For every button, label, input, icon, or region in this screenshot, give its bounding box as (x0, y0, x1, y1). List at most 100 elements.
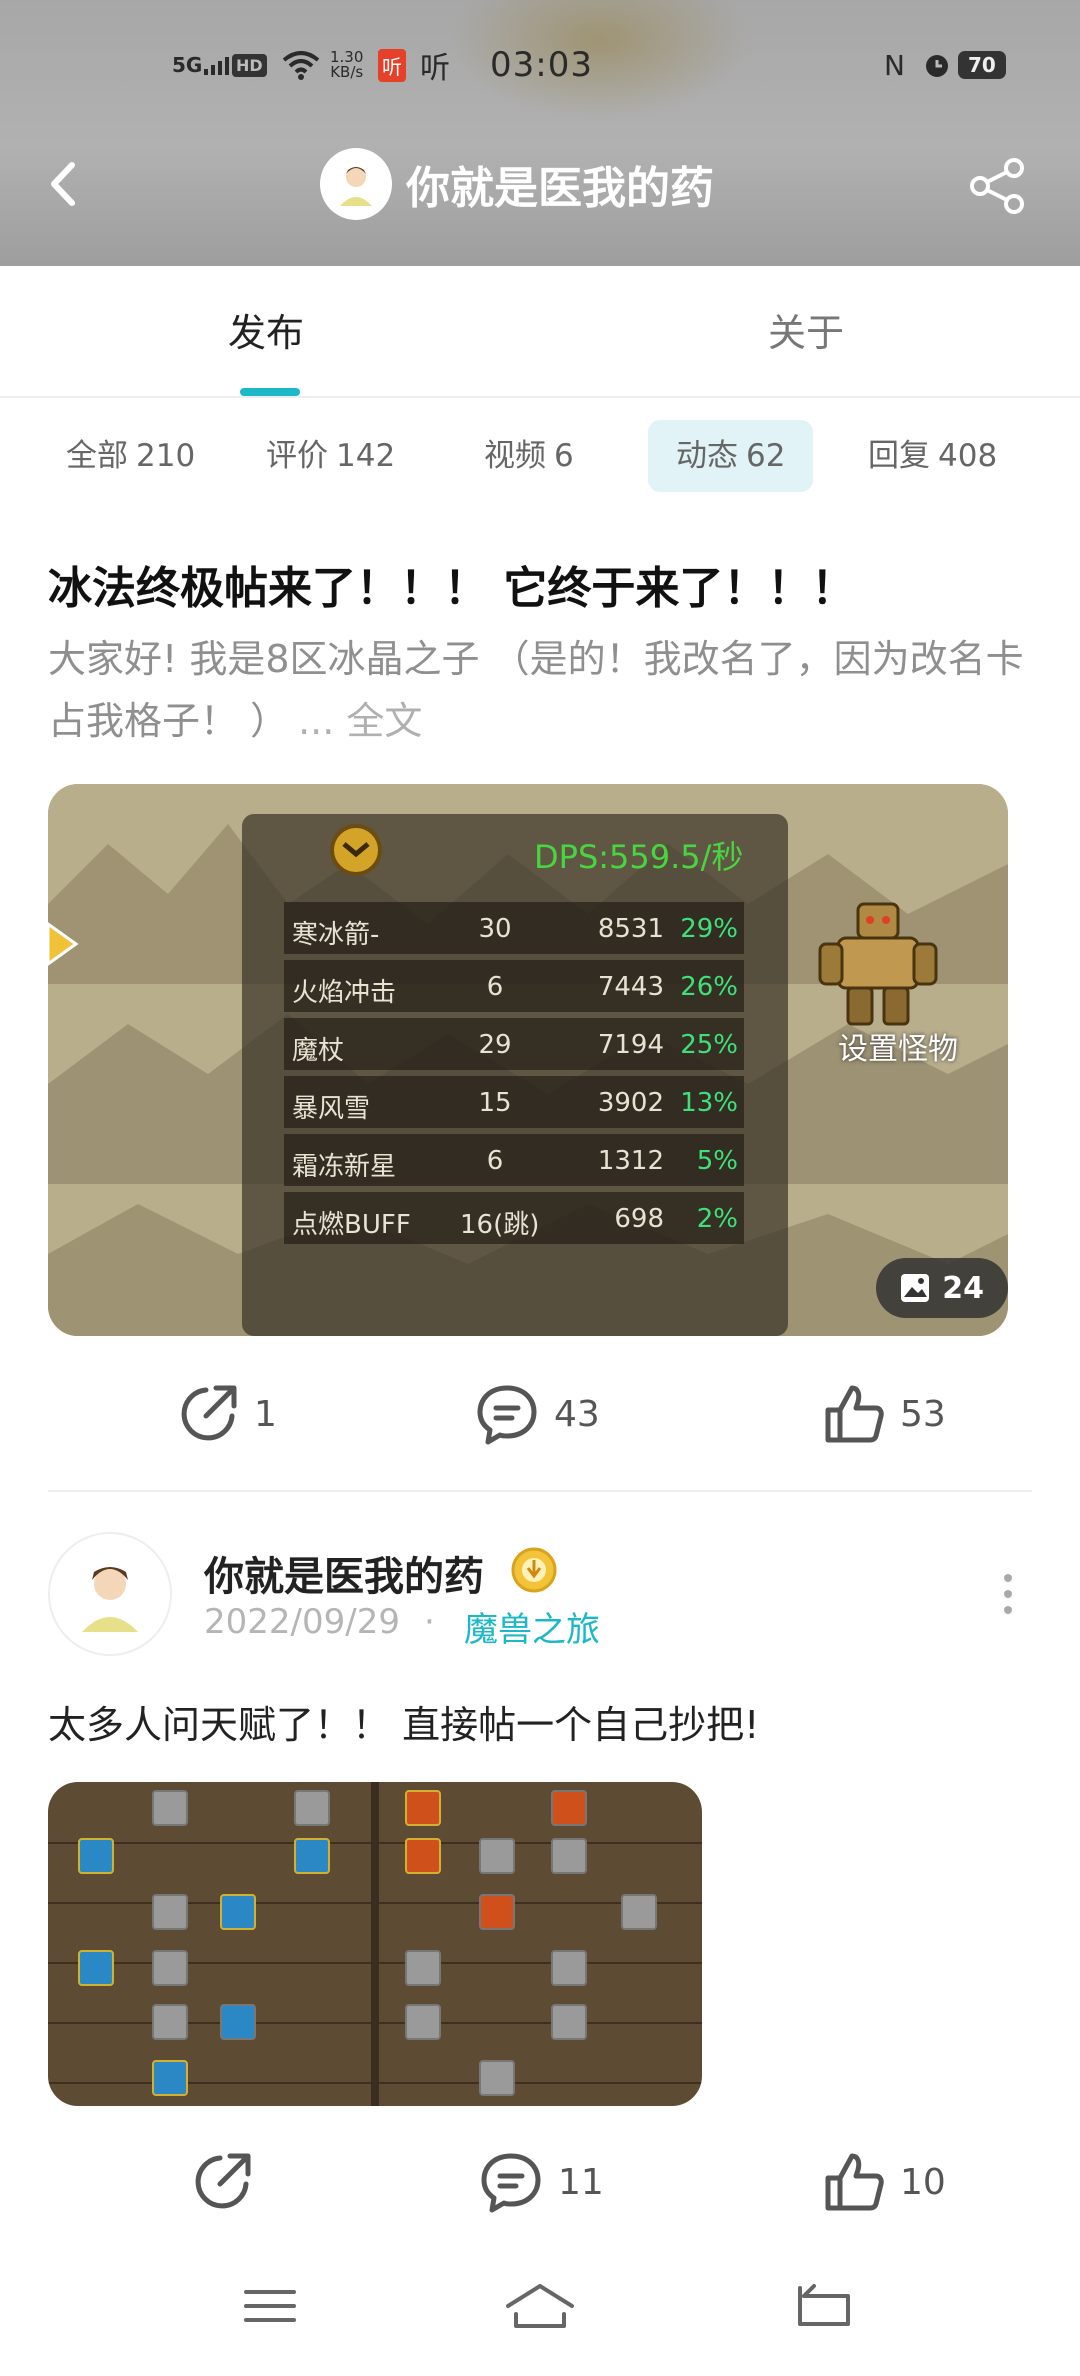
badge-icon (511, 1547, 557, 1593)
battery-icon: 70 (958, 40, 1006, 90)
clock: 03:03 (490, 45, 593, 85)
post-image[interactable]: DPS:559.5/秒 寒冰箭- 30 8531 29% 火焰冲击 6 7443… (48, 784, 1008, 1336)
damage-percent: 26% (680, 972, 738, 1002)
hit-count: 6 (486, 1146, 504, 1176)
home-icon (506, 2284, 574, 2328)
read-more-link[interactable]: ... 全文 (298, 699, 422, 743)
share-action-button[interactable] (190, 2142, 268, 2222)
filter-chip-videos[interactable]: 视频 6 (456, 420, 602, 492)
hit-count: 29 (478, 1030, 512, 1060)
chevron-down-icon (330, 824, 382, 876)
share-button[interactable] (966, 154, 1030, 218)
return-icon (798, 2284, 850, 2326)
damage: 698 (614, 1204, 664, 1234)
back-nav-button[interactable] (796, 2280, 852, 2336)
post-title[interactable]: 冰法终极帖来了！！！ 它终于来了！！！ (48, 552, 855, 616)
profile-title: 你就是医我的药 (320, 148, 714, 220)
table-row: 火焰冲击 6 7443 26% (284, 960, 744, 1012)
comment-icon (481, 2153, 541, 2213)
filter-chip-all[interactable]: 全部 210 (38, 420, 223, 492)
skill-name: 点燃BUFF (292, 1210, 411, 1240)
table-row: 魔杖 29 7194 25% (284, 1018, 744, 1070)
menu-button[interactable] (244, 2280, 296, 2336)
comment-icon (477, 1385, 537, 1445)
alarm-icon (922, 40, 952, 90)
comment-action-button[interactable]: 11 (478, 2142, 604, 2222)
post-text[interactable]: 太多人问天赋了！！ 直接帖一个自己抄把! (48, 1694, 759, 1749)
share-arrow-icon (195, 2153, 251, 2209)
damage: 3902 (597, 1088, 664, 1118)
filter-chip-reviews[interactable]: 评价 142 (238, 420, 423, 492)
monster-icon (818, 902, 938, 1026)
skill-name: 魔杖 (292, 1036, 345, 1066)
hd-icon: HD (232, 40, 267, 90)
thumbs-up-icon (825, 2153, 884, 2211)
filter-chips: 全部 210 评价 142 视频 6 动态 62 回复 408 (0, 416, 1080, 496)
signal-icon: 5G (172, 40, 230, 90)
post-topic-link[interactable]: 魔兽之旅 (464, 1602, 600, 1651)
skill-name: 寒冰箭- (292, 920, 380, 950)
author-name[interactable]: 你就是医我的药 (204, 1544, 484, 1602)
chip-label: 动态 (676, 438, 738, 474)
app-notification-icon-2: 听 (420, 51, 450, 86)
post-actions: 1 43 53 (0, 1374, 1080, 1454)
damage: 7194 (597, 1030, 664, 1060)
active-tab-indicator (240, 388, 300, 396)
chip-label: 视频 (484, 438, 546, 474)
image-count: 24 (942, 1270, 984, 1306)
filter-chip-replies[interactable]: 回复 408 (840, 420, 1025, 492)
avatar[interactable] (320, 148, 392, 220)
table-row: 点燃BUFF 16(跳) 698 2% (284, 1192, 744, 1244)
image-count-badge: 24 (876, 1258, 1008, 1318)
thumbs-up-icon (825, 1385, 884, 1443)
damage-percent: 29% (680, 914, 738, 944)
comment-action-button[interactable]: 43 (474, 1374, 600, 1454)
tab-publish[interactable]: 发布 (228, 302, 304, 357)
meta-separator: · (424, 1602, 435, 1642)
hit-count: 30 (478, 914, 512, 944)
like-action-button[interactable]: 10 (822, 2142, 946, 2222)
system-navigation-bar (0, 2250, 1080, 2376)
more-options-button[interactable] (994, 1570, 1022, 1620)
dps-panel: DPS:559.5/秒 寒冰箭- 30 8531 29% 火焰冲击 6 7443… (242, 814, 788, 1336)
post-image[interactable] (379, 1782, 702, 2106)
hit-count: 15 (478, 1088, 512, 1118)
profile-header: 5G HD 1.30 KB/s 听 听 03:03 N 70 你就是医我的药 (0, 0, 1080, 266)
post-date: 2022/09/29 (204, 1602, 400, 1642)
like-action-button[interactable]: 53 (822, 1374, 946, 1454)
skill-name: 霜冻新星 (292, 1152, 397, 1182)
post-actions: 11 10 (0, 2142, 1080, 2222)
home-button[interactable] (504, 2280, 576, 2336)
table-row: 霜冻新星 6 1312 5% (284, 1134, 744, 1186)
share-action-button[interactable]: 1 (176, 1374, 277, 1454)
back-button[interactable] (40, 159, 90, 209)
tab-about[interactable]: 关于 (768, 302, 844, 357)
author-avatar[interactable] (48, 1532, 172, 1656)
table-row: 寒冰箭- 30 8531 29% (284, 902, 744, 954)
page-title: 你就是医我的药 (406, 163, 714, 214)
menu-icon (244, 2290, 296, 2322)
dps-table: 寒冰箭- 30 8531 29% 火焰冲击 6 7443 26% 魔杖 29 7… (284, 902, 744, 1250)
status-bar: 5G HD 1.30 KB/s 听 听 03:03 N 70 (0, 40, 1080, 90)
person-icon (82, 1567, 138, 1632)
tab-bar: 发布 关于 (0, 266, 1080, 398)
post-image[interactable] (48, 1782, 371, 2106)
hit-count: 6 (486, 972, 504, 1002)
share-count: 1 (254, 1393, 277, 1435)
person-icon (340, 167, 372, 206)
post-divider (48, 1490, 1032, 1492)
chip-label: 全部 (66, 438, 128, 474)
post-excerpt-text: 大家好! 我是8区冰晶之子 （是的！我改名了，因为改名卡占我格子！ ） (48, 637, 1024, 743)
like-count: 10 (900, 2161, 946, 2203)
share-arrow-icon (181, 1385, 237, 1441)
chip-count: 408 (938, 438, 998, 474)
set-monster-label[interactable]: 设置怪物 (838, 1024, 958, 1068)
hit-count: 16(跳) (460, 1210, 540, 1240)
network-speed: 1.30 KB/s (330, 48, 364, 81)
chip-count: 210 (136, 438, 196, 474)
damage: 8531 (597, 914, 664, 944)
chip-label: 回复 (868, 438, 930, 474)
filter-chip-moments[interactable]: 动态 62 (648, 420, 814, 492)
post-excerpt[interactable]: 大家好! 我是8区冰晶之子 （是的！我改名了，因为改名卡占我格子！ ）... 全… (48, 628, 1038, 752)
damage-percent: 5% (696, 1146, 738, 1176)
